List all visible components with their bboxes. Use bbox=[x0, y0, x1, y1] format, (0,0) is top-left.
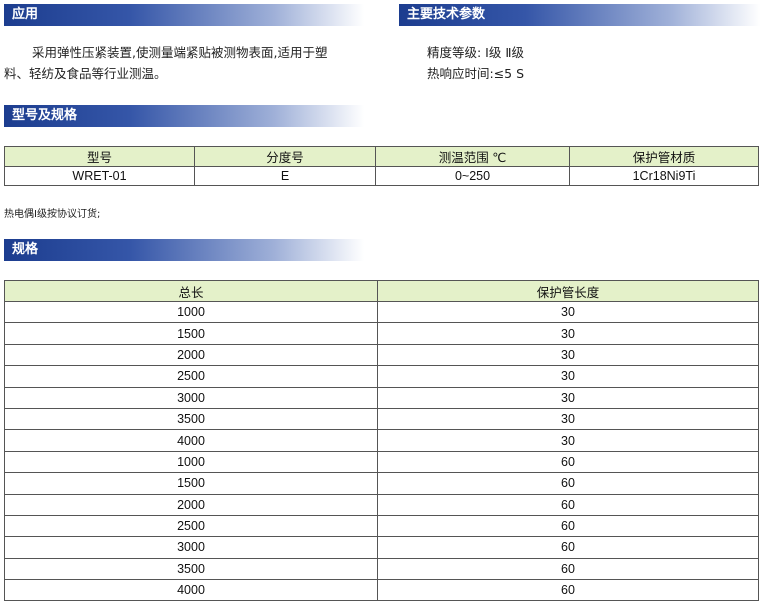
total-length-cell: 3000 bbox=[4, 536, 378, 559]
total-length-header: 总长 bbox=[4, 280, 378, 302]
model-value: WRET-01 bbox=[4, 166, 195, 186]
model-spec-table: 型号 分度号 测温范围 ℃ 保护管材质 WRET-01 E 0~250 1Cr1… bbox=[4, 146, 759, 186]
table-row: 1500 30 bbox=[4, 322, 759, 345]
main-params-title: 主要技术参数 bbox=[407, 7, 486, 22]
total-length-cell: 2000 bbox=[4, 493, 378, 516]
tube-length-cell: 30 bbox=[377, 343, 759, 367]
main-params-text: 精度等级: Ⅰ级 Ⅱ级 热响应时间:≤5 S bbox=[427, 42, 757, 84]
tube-length-cell: 60 bbox=[377, 472, 759, 495]
spec-header: 规格 bbox=[4, 239, 364, 261]
table-row: 1000 30 bbox=[4, 300, 759, 324]
application-text: 采用弹性压紧装置,使测量端紧贴被测物表面,适用于塑 料、轻纺及食品等行业测温。 bbox=[4, 42, 379, 84]
total-length-cell: 4000 bbox=[4, 429, 378, 452]
material-header: 保护管材质 bbox=[569, 146, 759, 167]
tube-length-cell: 60 bbox=[377, 493, 759, 516]
tube-length-cell: 60 bbox=[377, 557, 759, 581]
total-length-cell: 3000 bbox=[4, 386, 378, 409]
tube-length-cell: 30 bbox=[377, 386, 759, 409]
accuracy-grade: 精度等级: Ⅰ级 Ⅱ级 bbox=[427, 45, 524, 60]
tube-length-cell: 30 bbox=[377, 300, 759, 324]
tube-length-cell: 60 bbox=[377, 450, 759, 474]
tube-length-cell: 30 bbox=[377, 429, 759, 452]
table-row: 2500 60 bbox=[4, 514, 759, 538]
total-length-cell: 4000 bbox=[4, 579, 378, 602]
table-row: 2000 60 bbox=[4, 493, 759, 516]
total-length-cell: 1000 bbox=[4, 300, 378, 324]
tube-length-cell: 60 bbox=[377, 514, 759, 538]
total-length-cell: 2000 bbox=[4, 343, 378, 367]
order-note: 热电偶Ⅰ级按协议订货; bbox=[4, 209, 101, 220]
table-row: 3000 60 bbox=[4, 536, 759, 559]
graduation-header: 分度号 bbox=[194, 146, 376, 167]
table-row: 2500 30 bbox=[4, 365, 759, 388]
range-value: 0~250 bbox=[375, 166, 570, 186]
total-length-cell: 3500 bbox=[4, 407, 378, 431]
table-row: 4000 30 bbox=[4, 429, 759, 452]
table-row: 3000 30 bbox=[4, 386, 759, 409]
tube-length-cell: 60 bbox=[377, 579, 759, 602]
main-params-header: 主要技术参数 bbox=[399, 4, 760, 26]
graduation-value: E bbox=[194, 166, 376, 186]
table-row: 3500 60 bbox=[4, 557, 759, 581]
spec-title: 规格 bbox=[12, 242, 39, 257]
tube-length-cell: 30 bbox=[377, 322, 759, 345]
table-row: 3500 30 bbox=[4, 407, 759, 431]
table-row: 4000 60 bbox=[4, 579, 759, 602]
application-title: 应用 bbox=[12, 7, 39, 22]
application-text-line1: 采用弹性压紧装置,使测量端紧贴被测物表面,适用于塑 bbox=[32, 45, 328, 60]
application-text-line2: 料、轻纺及食品等行业测温。 bbox=[4, 66, 167, 81]
total-length-cell: 1000 bbox=[4, 450, 378, 474]
total-length-cell: 3500 bbox=[4, 557, 378, 581]
total-length-cell: 2500 bbox=[4, 365, 378, 388]
tube-length-cell: 30 bbox=[377, 365, 759, 388]
range-header: 测温范围 ℃ bbox=[375, 146, 570, 167]
table-row: 1000 60 bbox=[4, 450, 759, 474]
application-header: 应用 bbox=[4, 4, 364, 26]
tube-length-header: 保护管长度 bbox=[377, 280, 759, 302]
response-time: 热响应时间:≤5 S bbox=[427, 66, 525, 81]
tube-length-cell: 30 bbox=[377, 407, 759, 431]
total-length-cell: 1500 bbox=[4, 322, 378, 345]
table-row: 1500 60 bbox=[4, 472, 759, 495]
table-row: 2000 30 bbox=[4, 343, 759, 367]
model-header: 型号 bbox=[4, 146, 195, 167]
total-length-cell: 2500 bbox=[4, 514, 378, 538]
model-spec-header: 型号及规格 bbox=[4, 105, 364, 127]
spec-table: 总长 保护管长度 1000 30 1500 30 2000 30 2500 30 3000 30 3… bbox=[4, 280, 759, 602]
material-value: 1Cr18Ni9Ti bbox=[569, 166, 759, 186]
tube-length-cell: 60 bbox=[377, 536, 759, 559]
model-spec-title: 型号及规格 bbox=[12, 108, 78, 123]
total-length-cell: 1500 bbox=[4, 472, 378, 495]
